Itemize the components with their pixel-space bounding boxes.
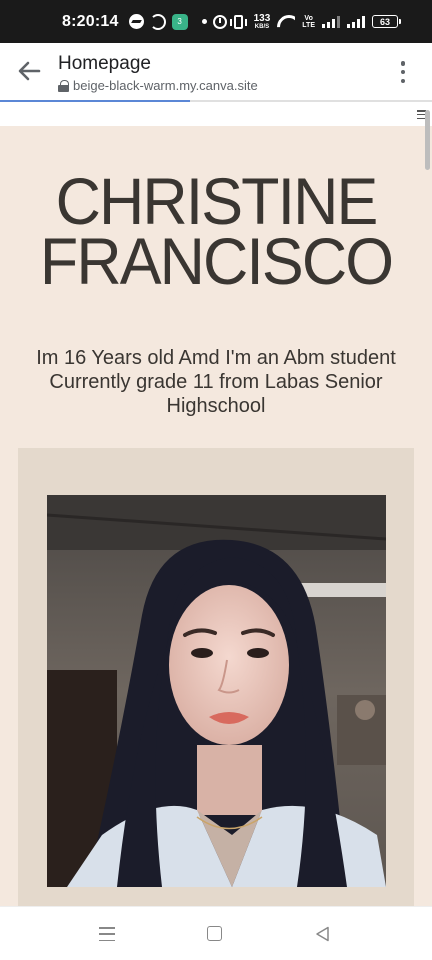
site-header-strip (0, 102, 432, 126)
volte-bottom-label: LTE (302, 21, 315, 29)
messenger-icon (128, 14, 144, 29)
browser-toolbar: Homepage beige-black-warm.my.canva.site (0, 43, 432, 100)
url-text: beige-black-warm.my.canva.site (73, 78, 258, 93)
system-icons: 133 KB/S Vo LTE 63 (212, 0, 401, 43)
page-scrollbar[interactable] (425, 110, 430, 170)
network-speed: 133 KB/S (253, 12, 271, 30)
back-triangle-icon[interactable] (315, 926, 330, 942)
status-time: 8:20:14 (62, 12, 119, 30)
lock-icon (58, 79, 69, 92)
volte-top-label: Vo (304, 14, 313, 22)
home-square-icon[interactable] (207, 926, 222, 941)
hero-name-last: FRANCISCO (39, 224, 394, 298)
network-speed-unit: KB/S (254, 23, 270, 30)
photo-frame (18, 448, 414, 906)
more-options-icon[interactable] (400, 61, 406, 83)
vibrate-icon (229, 14, 247, 29)
battery-level: 63 (379, 16, 390, 27)
battery-icon: 63 (372, 15, 401, 28)
profile-photo-illustration (47, 495, 386, 887)
more-notifications-dot-icon (201, 19, 207, 24)
profile-photo (47, 495, 386, 887)
site-page: CHRISTINE FRANCISCO Im 16 Years old Amd … (0, 126, 432, 906)
page-title: Homepage (58, 53, 151, 74)
volte-icon: Vo LTE (302, 15, 315, 29)
notification-icons: 3 (128, 13, 207, 30)
app-notification-icon: 3 (171, 13, 188, 30)
network-speed-value: 133 (253, 12, 271, 24)
signal-icon-sim1 (322, 15, 340, 28)
system-nav-bar (0, 906, 432, 960)
signal-icon-sim2 (347, 15, 365, 28)
url-bar[interactable]: beige-black-warm.my.canva.site (58, 78, 258, 93)
sync-icon (149, 13, 166, 30)
alarm-icon (212, 14, 227, 29)
bio-text: Im 16 Years old Amd I'm an Abm student C… (36, 347, 396, 417)
back-arrow-icon[interactable] (17, 60, 41, 82)
wifi-icon (277, 15, 295, 29)
hero-name: CHRISTINE FRANCISCO (11, 168, 421, 294)
recent-apps-icon[interactable] (99, 927, 115, 941)
status-bar: 8:20:14 3 133 KB/S Vo LTE 63 (0, 0, 432, 43)
